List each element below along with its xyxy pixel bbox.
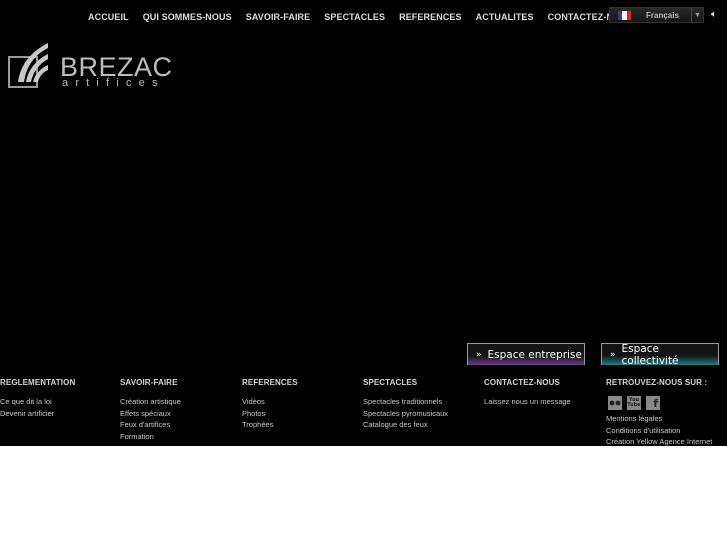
nav-references[interactable]: REFERENCES [399,12,462,22]
footer-link[interactable]: Laissez nous un message [484,396,571,408]
espace-entreprise-button[interactable]: » Espace entreprise [467,343,585,365]
footer-heading: RETROUVEZ-NOUS SUR : [606,378,708,387]
footer-link[interactable]: Mentions légales [606,413,712,425]
social-links: You Tube f [608,396,712,410]
footer-link[interactable]: Devenir artificier [0,408,75,420]
flickr-icon[interactable] [608,396,622,410]
double-chevron-right-icon: » [610,349,616,360]
footer-col-reglementation: REGLEMENTATION Ce que dit la loi Devenir… [0,378,75,419]
footer-link[interactable]: Photos [242,408,298,420]
footer-heading: CONTACTEZ-NOUS [484,378,560,387]
chevron-down-icon[interactable]: ▼ [691,8,703,22]
footer-link[interactable]: Formation [120,431,181,443]
footer-link[interactable]: Conditions d'utilisation [606,425,712,437]
footer-link[interactable]: Trophées [242,419,298,431]
nav-savoir-faire[interactable]: SAVOIR-FAIRE [246,12,311,22]
facebook-icon[interactable]: f [646,396,660,410]
page-canvas: ACCUEIL QUI SOMMES-NOUS SAVOIR-FAIRE SPE… [0,0,727,446]
footer-heading: SAVOIR-FAIRE [120,378,178,387]
footer-link[interactable]: Création artistique [120,396,181,408]
espace-collectivite-label: Espace collectivité [621,342,679,367]
footer-col-contact: CONTACTEZ-NOUS Laissez nous un message [484,378,571,408]
espace-entreprise-label: Espace entreprise [487,348,582,361]
footer-heading: REGLEMENTATION [0,378,76,387]
nav-spectacles[interactable]: SPECTACLES [324,12,385,22]
nav-qui-sommes-nous[interactable]: QUI SOMMES-NOUS [143,12,232,22]
footer-link[interactable]: Vidéos [242,396,298,408]
brezac-logo[interactable]: BREZAC artifices [8,42,173,92]
footer-heading: REFERENCES [242,378,298,387]
footer-link[interactable]: Ce que dit la loi [0,396,75,408]
logo-mark-icon [8,43,48,88]
footer-link[interactable]: Spectacles pyromusicaux [363,408,448,420]
double-chevron-right-icon: » [476,349,482,360]
footer-col-spectacles: SPECTACLES Spectacles traditionnels Spec… [363,378,448,431]
footer-link[interactable]: Effets spéciaux [120,408,181,420]
nav-actualites[interactable]: ACTUALITES [476,12,534,22]
espace-collectivite-button[interactable]: » Espace collectivité [601,342,719,367]
footer-col-savoir-faire: SAVOIR-FAIRE Création artistique Effets … [120,378,181,442]
footer-heading: SPECTACLES [363,378,418,387]
main-nav: ACCUEIL QUI SOMMES-NOUS SAVOIR-FAIRE SPE… [88,10,633,24]
footer-link[interactable]: Création Yellow Agence Internet [606,436,712,446]
footer-link[interactable]: Feux d'artifices [120,419,181,431]
language-select[interactable]: Français ▼ [609,7,704,23]
logo-sub-text: artifices [62,77,165,89]
footer-col-social: RETROUVEZ-NOUS SUR : You Tube f Mentions… [606,378,712,446]
speaker-icon[interactable]: 🔈︎ [711,9,717,20]
footer-link[interactable]: Spectacles traditionnels [363,396,448,408]
language-label: Français [646,10,679,20]
nav-accueil[interactable]: ACCUEIL [88,12,129,22]
footer-link[interactable]: Catalogue des feux [363,419,448,431]
france-flag-icon [618,10,631,20]
youtube-icon[interactable]: You Tube [627,396,641,410]
footer-col-references: REFERENCES Vidéos Photos Trophées [242,378,298,431]
